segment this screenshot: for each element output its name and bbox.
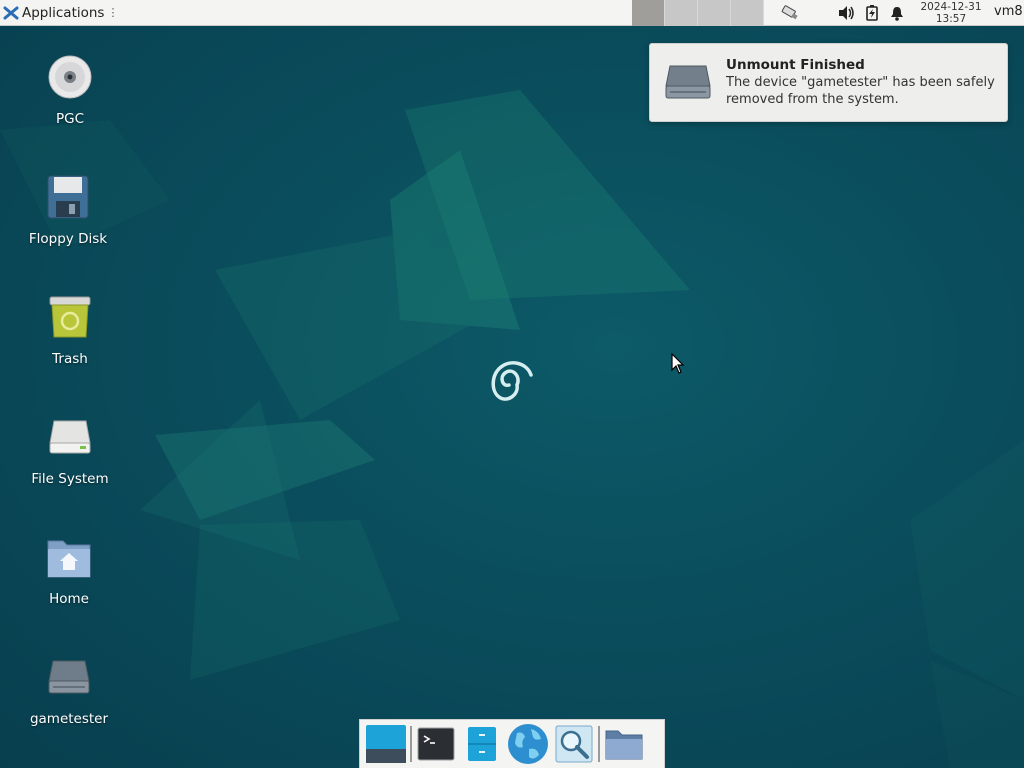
- file-manager-icon: [468, 727, 496, 761]
- trash-icon: [49, 296, 91, 338]
- desktop-icon-file-system[interactable]: File System: [20, 413, 120, 487]
- desktop-icon-label: gametester: [29, 711, 109, 727]
- clock-time: 13:57: [935, 13, 967, 25]
- workspace-1[interactable]: [632, 0, 665, 26]
- notification-body: The device "gametester" has been safely …: [726, 75, 995, 107]
- mouse-pointer-icon: [671, 353, 685, 374]
- debian-logo: [491, 361, 533, 401]
- terminal-icon: [417, 727, 455, 761]
- workspace-3[interactable]: [698, 0, 731, 26]
- web-browser-button[interactable]: [505, 721, 551, 767]
- desktop-icon-label: Floppy Disk: [28, 231, 108, 247]
- xfce-logo-icon: [3, 6, 19, 19]
- desktop-icon-label: PGC: [55, 111, 85, 127]
- file-manager-button[interactable]: [459, 721, 505, 767]
- desktop-icon-floppy-disk[interactable]: Floppy Disk: [18, 173, 118, 247]
- show-desktop-button[interactable]: [363, 721, 409, 767]
- optical-disc-icon: [48, 55, 92, 99]
- desktop-icon-label: File System: [31, 471, 109, 487]
- show-desktop-icon: [366, 725, 406, 763]
- terminal-button[interactable]: [413, 721, 459, 767]
- desktop-icon-gametester[interactable]: gametester: [19, 653, 119, 727]
- drive-icon: [48, 660, 90, 694]
- clock-date: 2024-12-31: [920, 1, 982, 13]
- floppy-disk-icon: [47, 175, 89, 219]
- desktop-icon-pgc[interactable]: PGC: [20, 53, 120, 127]
- usb-drive-icon[interactable]: [778, 0, 802, 26]
- unmount-notification[interactable]: Unmount Finished The device "gametester"…: [649, 43, 1008, 122]
- folder-icon: [605, 730, 643, 760]
- applications-label: Applications: [22, 4, 105, 21]
- dock-separator: [598, 726, 600, 762]
- bottom-dock: [359, 719, 665, 768]
- drive-icon: [665, 65, 711, 99]
- dock-separator: [410, 726, 412, 762]
- notification-bell-icon[interactable]: [884, 0, 910, 26]
- panel-separator: ⋮: [107, 6, 119, 19]
- hard-drive-icon: [49, 420, 91, 454]
- applications-menu[interactable]: Applications ⋮: [0, 0, 122, 26]
- desktop-icon-home[interactable]: Home: [19, 533, 119, 607]
- top-panel: Applications ⋮ 2024-12-31 13:57 vm8: [0, 0, 1024, 26]
- workspace-switcher: [632, 0, 764, 26]
- battery-icon[interactable]: [860, 0, 884, 26]
- folder-button[interactable]: [601, 721, 647, 767]
- app-finder-icon: [555, 725, 593, 763]
- workspace-4[interactable]: [731, 0, 764, 26]
- volume-icon[interactable]: [832, 0, 860, 26]
- desktop-icon-label: Home: [49, 591, 89, 607]
- hostname[interactable]: vm8: [994, 4, 1023, 19]
- system-tray: [778, 0, 910, 26]
- app-finder-button[interactable]: [551, 721, 597, 767]
- workspace-2[interactable]: [665, 0, 698, 26]
- notification-title: Unmount Finished: [726, 57, 865, 73]
- home-folder-icon: [47, 540, 91, 578]
- desktop-icon-trash[interactable]: Trash: [20, 293, 120, 367]
- clock[interactable]: 2024-12-31 13:57: [916, 1, 986, 25]
- web-browser-icon: [508, 724, 548, 764]
- desktop-icon-label: Trash: [52, 351, 88, 367]
